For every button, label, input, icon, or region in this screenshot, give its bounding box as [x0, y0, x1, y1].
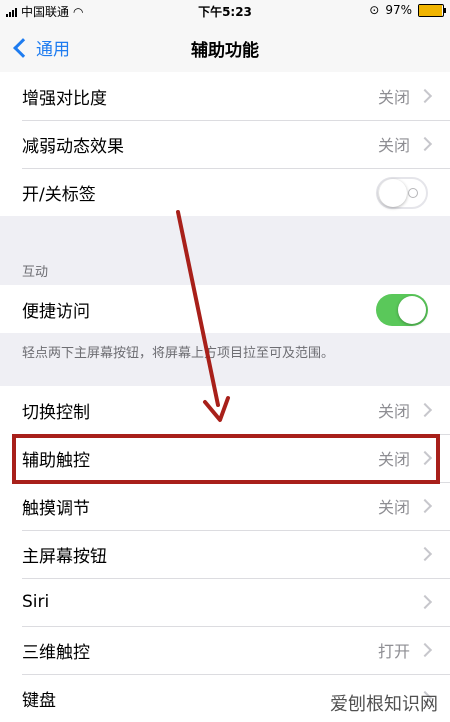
annotation-arrow-icon [176, 210, 230, 422]
watermark: 爱刨根知识网 [330, 694, 438, 715]
